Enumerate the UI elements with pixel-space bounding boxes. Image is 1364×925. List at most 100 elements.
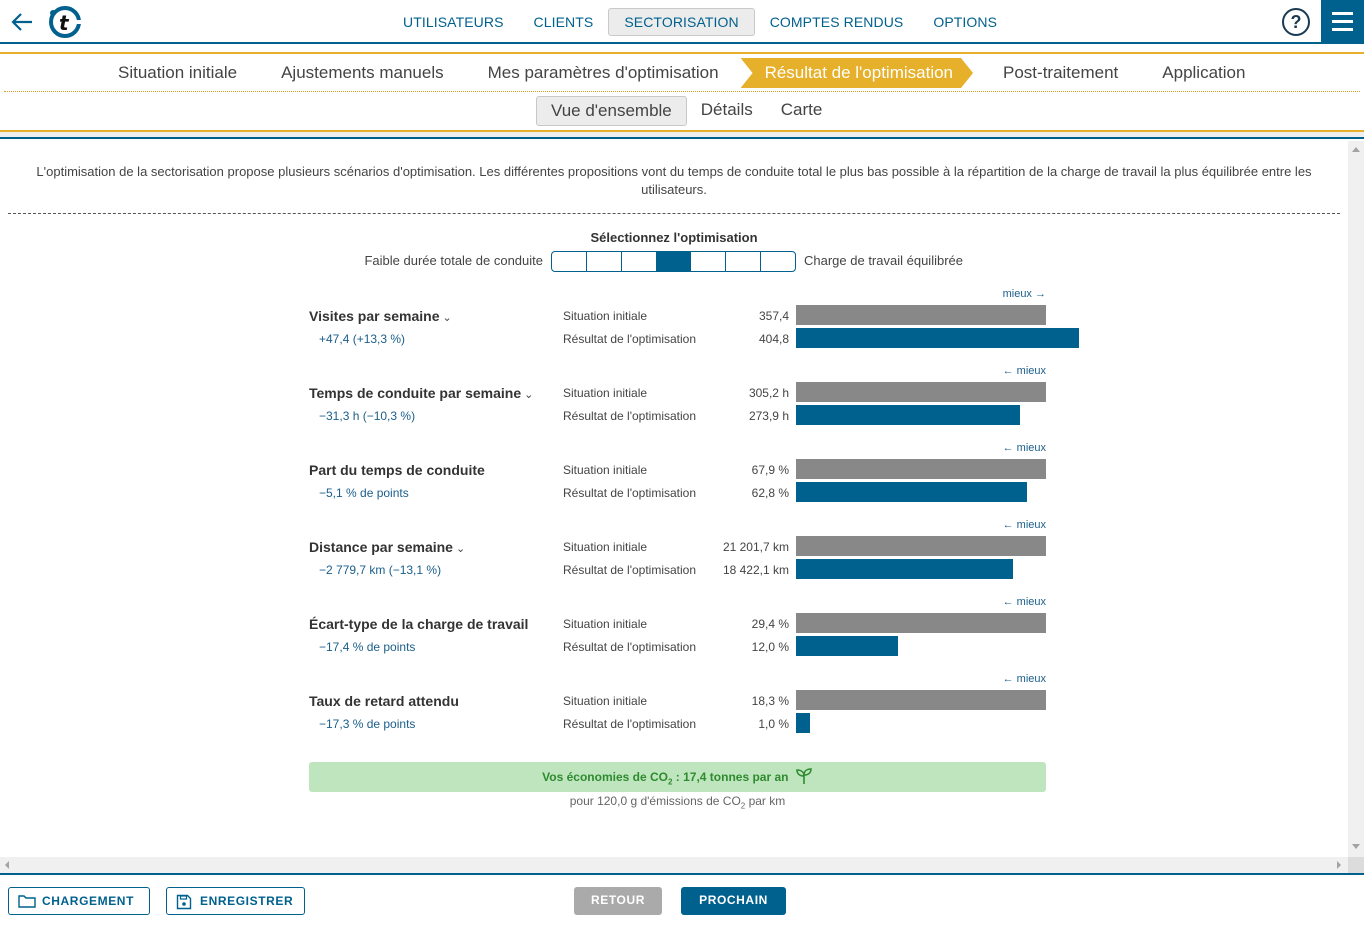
better-direction-hint: ← mieux	[1002, 519, 1046, 531]
floppy-disk-icon	[176, 894, 192, 910]
metric-title[interactable]: Temps de conduite par semaine ⌄	[309, 385, 533, 401]
result-value: 12,0 %	[751, 640, 789, 654]
initial-value: 67,9 %	[751, 463, 789, 477]
selector-left-label: Faible durée totale de conduite	[364, 253, 543, 268]
result-bar	[796, 482, 1027, 502]
metric-row: ← mieux Écart-type de la charge de travai…	[0, 595, 1348, 672]
nav-tab-options[interactable]: OPTIONS	[918, 8, 1012, 36]
better-direction-hint: ← mieux	[1002, 596, 1046, 608]
selector-segment[interactable]	[761, 252, 795, 271]
initial-label: Situation initiale	[563, 694, 648, 708]
scroll-left-icon[interactable]	[5, 861, 9, 869]
nav-tab-utilisateurs[interactable]: UTILISATEURS	[388, 8, 519, 36]
co2-savings-banner: Vos économies de CO2 : 17,4 tonnes par a…	[309, 762, 1046, 792]
co2-note-suffix: par km	[745, 794, 786, 808]
nav-tab-clients[interactable]: CLIENTS	[519, 8, 609, 36]
result-bar	[796, 636, 898, 656]
result-label: Résultat de l'optimisation	[563, 332, 697, 346]
scrollbar-corner	[1348, 857, 1364, 873]
metric-title-text: Visites par semaine	[309, 308, 440, 324]
back-arrow-icon[interactable]	[8, 8, 36, 36]
selector-segment[interactable]	[622, 252, 657, 271]
co2-note: pour 120,0 g d'émissions de CO2 par km	[309, 794, 1046, 810]
workflow-steps: Situation initiale Ajustements manuels Mes…	[0, 52, 1364, 92]
step-5[interactable]: Post-traitement	[981, 58, 1140, 88]
divider	[8, 213, 1340, 214]
scroll-up-icon[interactable]	[1352, 147, 1360, 152]
metric-row: ← mieux Part du temps de conduite −5,1 % d…	[0, 441, 1348, 518]
sub-tabs: Vue d'ensemble Détails Carte	[536, 96, 836, 126]
metric-row: ← mieux Taux de retard attendu −17,3 % de …	[0, 672, 1348, 749]
help-button[interactable]: ?	[1282, 8, 1310, 36]
selector-segment[interactable]	[726, 252, 762, 271]
back-button[interactable]: RETOUR	[574, 887, 662, 915]
metric-title: Part du temps de conduite	[309, 462, 485, 478]
result-label: Résultat de l'optimisation	[563, 409, 697, 423]
co2-note-prefix: pour 120,0 g d'émissions de CO	[569, 794, 741, 808]
intro-text: L'optimisation de la sectorisation propo…	[36, 164, 1312, 197]
subtab-1[interactable]: Vue d'ensemble	[536, 96, 687, 126]
vertical-scrollbar[interactable]	[1348, 141, 1364, 857]
nav-tab-comptes-rendus[interactable]: COMPTES RENDUS	[755, 8, 919, 36]
chevron-down-icon[interactable]: ⌄	[442, 311, 451, 324]
initial-label: Situation initiale	[563, 617, 648, 631]
app-logo: t	[49, 6, 81, 38]
chevron-down-icon[interactable]: ⌄	[456, 542, 465, 555]
result-bar	[796, 713, 810, 733]
next-button[interactable]: PROCHAIN	[681, 887, 786, 915]
initial-bar	[796, 305, 1046, 325]
step-2[interactable]: Ajustements manuels	[259, 58, 466, 88]
selector-segment[interactable]	[656, 252, 692, 271]
load-button[interactable]: CHARGEMENT	[8, 887, 150, 915]
better-direction-hint: ← mieux	[1002, 442, 1046, 454]
result-label: Résultat de l'optimisation	[563, 640, 697, 654]
chevron-down-icon[interactable]: ⌄	[524, 388, 533, 401]
selector-segment[interactable]	[552, 252, 587, 271]
co2-prefix: Vos économies de CO	[542, 770, 668, 784]
metric-delta: −5,1 % de points	[319, 486, 409, 500]
initial-bar	[796, 382, 1046, 402]
result-bar	[796, 559, 1013, 579]
result-value: 1,0 %	[758, 717, 789, 731]
metric-delta: −17,3 % de points	[319, 717, 416, 731]
result-bar	[796, 405, 1020, 425]
metric-row: ← mieux Temps de conduite par semaine ⌄ −31…	[0, 364, 1348, 441]
result-value: 273,9 h	[748, 409, 789, 423]
result-value: 18 422,1 km	[722, 563, 789, 577]
nav-tab-sectorisation[interactable]: SECTORISATION	[608, 8, 755, 36]
load-label: CHARGEMENT	[42, 894, 134, 908]
metric-delta: −2 779,7 km (−13,1 %)	[319, 563, 442, 577]
result-value: 62,8 %	[751, 486, 789, 500]
scroll-right-icon[interactable]	[1337, 861, 1341, 869]
step-3[interactable]: Mes paramètres d'optimisation	[466, 58, 741, 88]
metric-title[interactable]: Distance par semaine ⌄	[309, 539, 465, 555]
metric-title-text: Part du temps de conduite	[309, 462, 485, 478]
optimization-selector[interactable]	[551, 251, 796, 272]
scroll-down-icon[interactable]	[1352, 844, 1360, 849]
metric-title-text: Écart-type de la charge de travail	[309, 616, 529, 632]
top-bar: t UTILISATEURS CLIENTS SECTORISATION COMPTE…	[0, 0, 1364, 44]
content-area: L'optimisation de la sectorisation propo…	[0, 141, 1348, 857]
better-direction-hint: ← mieux	[1002, 673, 1046, 685]
initial-label: Situation initiale	[563, 309, 648, 323]
hamburger-menu-icon[interactable]	[1321, 0, 1364, 44]
result-label: Résultat de l'optimisation	[563, 486, 697, 500]
svg-text:t: t	[59, 11, 70, 35]
better-direction-hint: mieux →	[1002, 288, 1046, 300]
save-button[interactable]: ENREGISTRER	[166, 887, 305, 915]
step-4[interactable]: Résultat de l'optimisation	[741, 58, 973, 88]
step-1[interactable]: Situation initiale	[96, 58, 259, 88]
selector-title: Sélectionnez l'optimisation	[590, 230, 758, 245]
result-label: Résultat de l'optimisation	[563, 717, 697, 731]
metric-title[interactable]: Visites par semaine ⌄	[309, 308, 452, 324]
horizontal-scrollbar[interactable]	[0, 857, 1348, 873]
initial-bar	[796, 536, 1046, 556]
selector-segment[interactable]	[691, 252, 727, 271]
selector-segment[interactable]	[587, 252, 622, 271]
subtab-2[interactable]: Détails	[687, 96, 767, 126]
result-value: 404,8	[758, 332, 789, 346]
step-6[interactable]: Application	[1140, 58, 1267, 88]
metric-delta: −17,4 % de points	[319, 640, 416, 654]
subtab-3[interactable]: Carte	[767, 96, 837, 126]
selector-right-label: Charge de travail équilibrée	[804, 253, 963, 268]
